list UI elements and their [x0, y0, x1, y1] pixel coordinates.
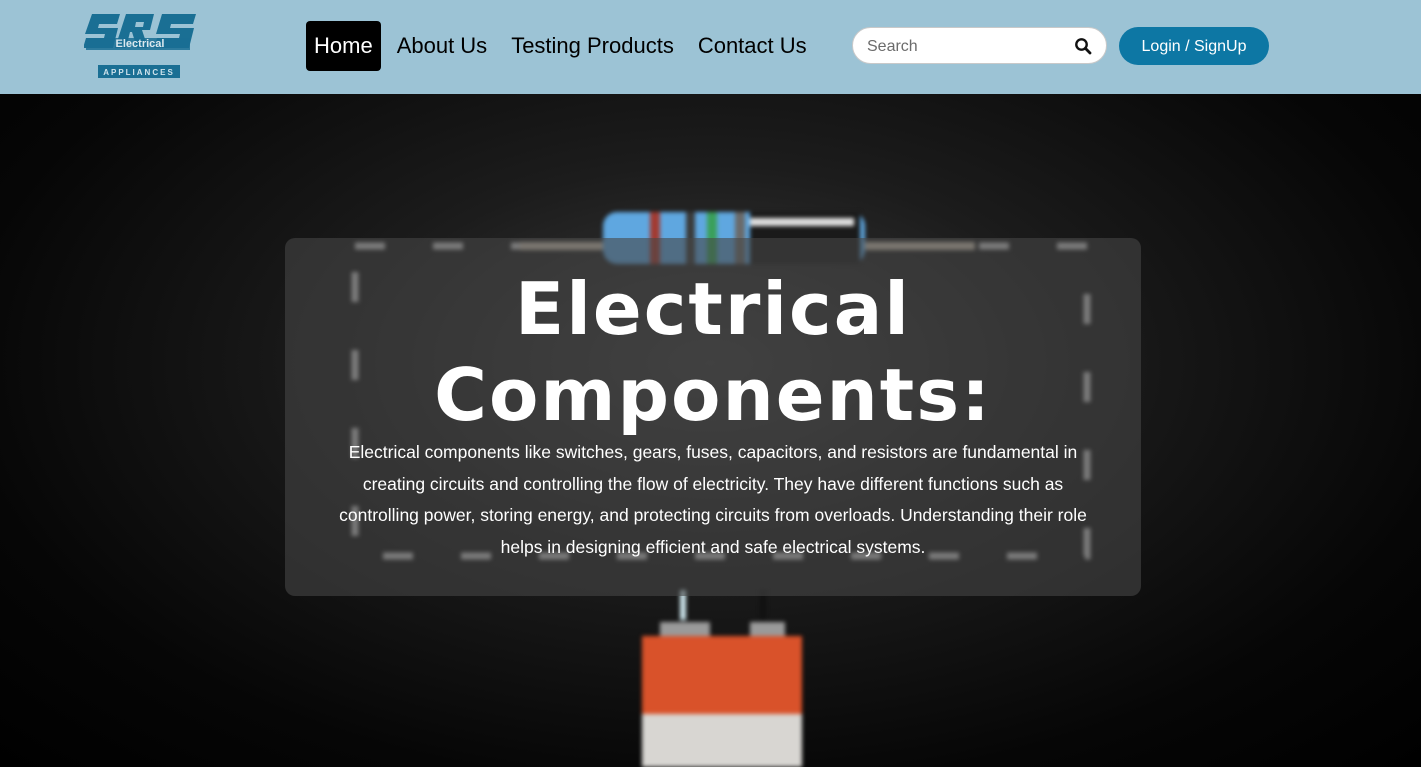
- nav-home[interactable]: Home: [306, 21, 381, 71]
- search-box: [852, 27, 1107, 65]
- hero-title: Electrical Components:: [434, 267, 992, 437]
- login-signup-button[interactable]: Login / SignUp: [1119, 27, 1269, 65]
- hero-section: Electrical Components: Electrical compon…: [0, 94, 1421, 767]
- nav-about-us[interactable]: About Us: [389, 21, 496, 71]
- main-nav: Home About Us Testing Products Contact U…: [306, 21, 815, 71]
- navbar: Electrical APPLIANCES Home About Us Test…: [0, 0, 1421, 94]
- brand-logo[interactable]: Electrical APPLIANCES: [83, 12, 200, 82]
- hero-description: Electrical components like switches, gea…: [339, 442, 1087, 557]
- nav-testing-products[interactable]: Testing Products: [503, 21, 682, 71]
- logo-text: Electrical: [116, 38, 165, 50]
- nav-contact-us[interactable]: Contact Us: [690, 21, 815, 71]
- logo-subtext: APPLIANCES: [103, 68, 175, 77]
- hero-card: Electrical Components: Electrical compon…: [285, 238, 1141, 596]
- search-input[interactable]: [865, 28, 1069, 65]
- search-icon[interactable]: [1074, 37, 1092, 55]
- logo-graphic: Electrical APPLIANCES: [83, 14, 196, 78]
